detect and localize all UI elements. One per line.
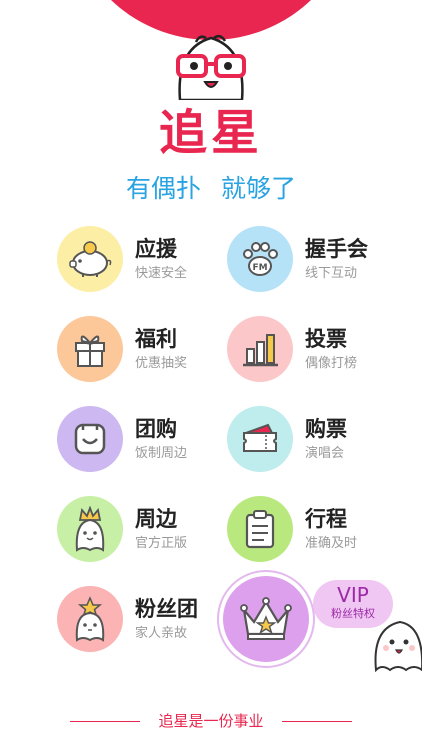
slogan-part1: 有偶扑 — [126, 174, 202, 203]
menu-item-fan-club[interactable]: 粉丝团 家人亲故 — [57, 586, 237, 652]
menu-item-subtitle: 演唱会 — [305, 446, 345, 461]
mascot-glasses-icon — [176, 34, 246, 100]
clipboard-icon — [227, 496, 293, 562]
menu-item-support[interactable]: 应援 快速安全 — [57, 226, 237, 292]
bar-chart-icon — [227, 316, 293, 382]
ghost-mascot-icon — [374, 620, 422, 672]
menu-item-subtitle: 线下互动 — [305, 266, 358, 281]
menu-item-title: 投票 — [305, 327, 347, 351]
menu-item-group-buy[interactable]: 团购 饭制周边 — [57, 406, 237, 472]
menu-item-title: 行程 — [305, 507, 347, 531]
svg-text:FM: FM — [252, 263, 267, 273]
menu-item-subtitle: 优惠抽奖 — [135, 356, 188, 371]
menu-item-subtitle: 偶像打榜 — [305, 356, 358, 371]
ticket-icon — [227, 406, 293, 472]
footer: 追星是一份事业 — [0, 706, 422, 736]
smile-box-icon — [57, 406, 123, 472]
piggy-bank-icon — [57, 226, 123, 292]
vip-crown-icon — [223, 576, 309, 662]
menu-item-subtitle: 快速安全 — [135, 266, 188, 281]
menu-item-welfare[interactable]: 福利 优惠抽奖 — [57, 316, 237, 382]
gift-icon — [57, 316, 123, 382]
star-ghost-icon — [57, 586, 123, 652]
menu-item-subtitle: 家人亲故 — [135, 626, 188, 641]
footer-text: 追星是一份事业 — [158, 712, 264, 730]
footer-divider-right — [282, 721, 352, 722]
slogan-part2: 就够了 — [220, 174, 296, 203]
menu-item-title: 握手会 — [305, 237, 368, 261]
menu-item-title: 福利 — [135, 327, 177, 351]
menu-item-schedule[interactable]: 行程 准确及时 — [227, 496, 407, 562]
menu-item-title: 购票 — [305, 417, 347, 441]
slogan: 有偶扑 就够了 — [0, 172, 422, 206]
menu-item-merch[interactable]: 周边 官方正版 — [57, 496, 237, 562]
menu-item-title: 粉丝团 — [135, 597, 198, 621]
menu-item-vote[interactable]: 投票 偶像打榜 — [227, 316, 407, 382]
menu-item-title: 应援 — [135, 237, 177, 261]
menu-item-title: 周边 — [135, 507, 177, 531]
menu-item-handshake[interactable]: FM 握手会 线下互动 — [227, 226, 407, 292]
menu-item-subtitle: 饭制周边 — [135, 446, 188, 461]
menu-item-subtitle: 准确及时 — [305, 536, 358, 551]
menu-item-tickets[interactable]: 购票 演唱会 — [227, 406, 407, 472]
paw-fm-icon: FM — [227, 226, 293, 292]
vip-button[interactable] — [217, 570, 315, 668]
vip-label: VIP — [337, 583, 369, 607]
menu-item-title: 团购 — [135, 417, 177, 441]
menu-item-subtitle: 官方正版 — [135, 536, 188, 551]
app-logo-text: 追星 — [158, 105, 263, 161]
crown-ghost-icon — [57, 496, 123, 562]
